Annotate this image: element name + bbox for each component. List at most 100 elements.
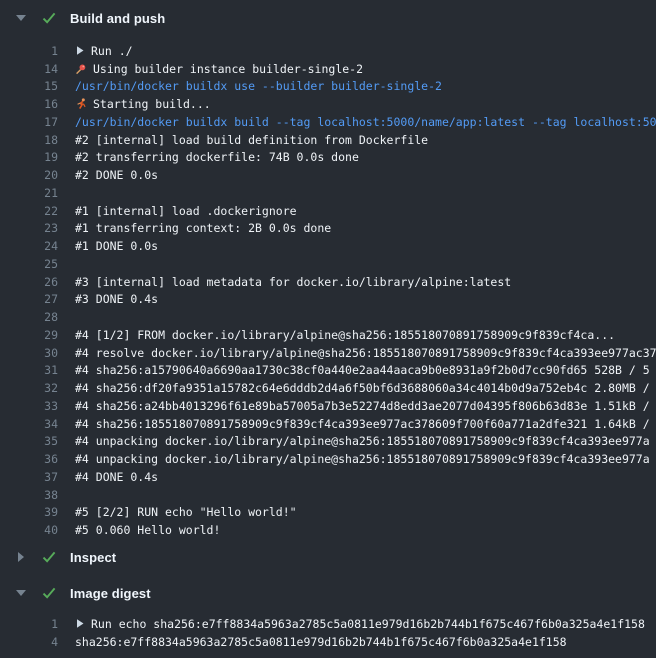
log-line-content: Run echo sha256:e7ff8834a5963a2785c5a081… xyxy=(58,617,656,631)
log-line-text: #4 DONE 0.4s xyxy=(75,470,158,484)
log-line-text: #3 DONE 0.4s xyxy=(75,292,158,306)
check-icon xyxy=(42,587,58,599)
log-line-text: #2 [internal] load build definition from… xyxy=(75,133,428,147)
line-number[interactable]: 21 xyxy=(0,186,58,200)
log-line: 14Using builder instance builder-single-… xyxy=(0,60,656,78)
log-line-text: #1 transferring context: 2B 0.0s done xyxy=(75,221,331,235)
log-line-text: #4 resolve docker.io/library/alpine@sha2… xyxy=(75,346,656,360)
log-line-content: #2 [internal] load build definition from… xyxy=(58,133,656,147)
line-number[interactable]: 4 xyxy=(0,635,58,649)
log-line: 24#1 DONE 0.0s xyxy=(0,237,656,255)
line-number[interactable]: 29 xyxy=(0,328,58,342)
log-line-content: Using builder instance builder-single-2 xyxy=(58,62,656,76)
log-line: 1 Run ./ xyxy=(0,42,656,60)
line-number[interactable]: 18 xyxy=(0,133,58,147)
log-line: 31#4 sha256:a15790640a6690aa1730c38cf0a4… xyxy=(0,362,656,380)
log-line: 39 #5 [2/2] RUN echo "Hello world!" xyxy=(0,504,656,522)
log-line: 22 #1 [internal] load .dockerignore xyxy=(0,202,656,220)
log-line: 19 #2 transferring dockerfile: 74B 0.0s d… xyxy=(0,149,656,167)
log-line: 20#2 DONE 0.0s xyxy=(0,166,656,184)
line-number[interactable]: 35 xyxy=(0,434,58,448)
section-header-build-and-push[interactable]: Build and push xyxy=(0,0,656,36)
play-icon[interactable] xyxy=(75,618,85,629)
log-line: 35 #4 unpacking docker.io/library/alpine@… xyxy=(0,433,656,451)
line-number[interactable]: 36 xyxy=(0,452,58,466)
line-number[interactable]: 15 xyxy=(0,79,58,93)
section-header-image-digest[interactable]: Image digest xyxy=(0,575,656,611)
log-line: 40 #5 0.060 Hello world! xyxy=(0,521,656,539)
log-line: 34 #4 sha256:185518070891758909c9f839cf4c… xyxy=(0,415,656,433)
log-line-text: /usr/bin/docker buildx build --tag local… xyxy=(75,115,656,129)
line-number[interactable]: 39 xyxy=(0,505,58,519)
line-number[interactable]: 1 xyxy=(0,617,58,631)
log-line: 18 #2 [internal] load build definition fr… xyxy=(0,131,656,149)
runner-icon xyxy=(75,98,87,110)
log-line-content: #4 sha256:185518070891758909c9f839cf4ca3… xyxy=(58,417,656,431)
log-line: 1 Run echo sha256:e7ff8834a5963a2785c5a08… xyxy=(0,615,656,633)
log-line-text: /usr/bin/docker buildx use --builder bui… xyxy=(75,79,442,93)
line-number[interactable]: 26 xyxy=(0,275,58,289)
line-number[interactable]: 27 xyxy=(0,292,58,306)
log-line: 32#4 sha256:df20fa9351a15782c64e6dddb2d4… xyxy=(0,379,656,397)
chevron-right-icon[interactable] xyxy=(15,552,27,562)
log-line-text: #5 0.060 Hello world! xyxy=(75,523,220,537)
log-line-content: #3 [internal] load metadata for docker.i… xyxy=(58,275,656,289)
log-line-text: #4 sha256:a24bb4013296f61e89ba57005a7b3e… xyxy=(75,399,656,413)
log-line-content: #4 resolve docker.io/library/alpine@sha2… xyxy=(58,346,656,360)
log-line: 28 xyxy=(0,308,656,326)
section-title: Inspect xyxy=(70,550,116,565)
line-number[interactable]: 38 xyxy=(0,488,58,502)
line-number[interactable]: 33 xyxy=(0,399,58,413)
log-line-text: #4 sha256:185518070891758909c9f839cf4ca3… xyxy=(75,417,656,431)
log-line-text: Run ./ xyxy=(91,44,133,58)
line-number[interactable]: 24 xyxy=(0,239,58,253)
line-number[interactable]: 22 xyxy=(0,204,58,218)
log-line-text: #4 [1/2] FROM docker.io/library/alpine@s… xyxy=(75,328,615,342)
line-number[interactable]: 30 xyxy=(0,346,58,360)
line-number[interactable]: 14 xyxy=(0,62,58,76)
line-number[interactable]: 23 xyxy=(0,221,58,235)
log-block-image-digest: 1 Run echo sha256:e7ff8834a5963a2785c5a08… xyxy=(0,615,656,651)
log-line-content: #5 [2/2] RUN echo "Hello world!" xyxy=(58,505,656,519)
log-line-content: #2 transferring dockerfile: 74B 0.0s don… xyxy=(58,150,656,164)
log-line-text: sha256:e7ff8834a5963a2785c5a0811e979d16b… xyxy=(75,635,567,649)
line-number[interactable]: 17 xyxy=(0,115,58,129)
line-number[interactable]: 32 xyxy=(0,381,58,395)
section-title: Image digest xyxy=(70,586,151,601)
play-icon[interactable] xyxy=(75,45,85,56)
chevron-down-icon[interactable] xyxy=(15,15,27,21)
log-line-text: Starting build... xyxy=(93,97,211,111)
log-line-content: #3 DONE 0.4s xyxy=(58,292,656,306)
chevron-down-icon[interactable] xyxy=(15,590,27,596)
log-line: 4 sha256:e7ff8834a5963a2785c5a0811e979d16… xyxy=(0,633,656,651)
log-line-text: #5 [2/2] RUN echo "Hello world!" xyxy=(75,505,297,519)
log-line: 16 Starting build... xyxy=(0,95,656,113)
line-number[interactable]: 40 xyxy=(0,523,58,537)
log-line: 27 #3 DONE 0.4s xyxy=(0,291,656,309)
line-number[interactable]: 28 xyxy=(0,310,58,324)
log-line-content: #1 [internal] load .dockerignore xyxy=(58,204,656,218)
log-line-text: #2 transferring dockerfile: 74B 0.0s don… xyxy=(75,150,359,164)
log-line-text: #1 [internal] load .dockerignore xyxy=(75,204,297,218)
log-line-text: #4 unpacking docker.io/library/alpine@sh… xyxy=(75,452,650,466)
line-number[interactable]: 16 xyxy=(0,97,58,111)
log-line-text: #4 unpacking docker.io/library/alpine@sh… xyxy=(75,434,650,448)
log-line-content: #4 sha256:a24bb4013296f61e89ba57005a7b3e… xyxy=(58,399,656,413)
line-number[interactable]: 25 xyxy=(0,257,58,271)
log-line: 23 #1 transferring context: 2B 0.0s done xyxy=(0,220,656,238)
log-line: 15/usr/bin/docker buildx use --builder b… xyxy=(0,78,656,96)
log-line-content: Run ./ xyxy=(58,44,656,58)
line-number[interactable]: 31 xyxy=(0,363,58,377)
line-number[interactable]: 19 xyxy=(0,150,58,164)
line-number[interactable]: 1 xyxy=(0,44,58,58)
log-line-content: sha256:e7ff8834a5963a2785c5a0811e979d16b… xyxy=(58,635,656,649)
line-number[interactable]: 20 xyxy=(0,168,58,182)
log-line-text: Run echo sha256:e7ff8834a5963a2785c5a081… xyxy=(91,617,645,631)
section-header-inspect[interactable]: Inspect xyxy=(0,539,656,575)
log-line-content: /usr/bin/docker buildx build --tag local… xyxy=(58,115,656,129)
line-number[interactable]: 37 xyxy=(0,470,58,484)
log-line-content: #4 DONE 0.4s xyxy=(58,470,656,484)
log-line-content: Starting build... xyxy=(58,97,656,111)
log-line: 33 #4 sha256:a24bb4013296f61e89ba57005a7b… xyxy=(0,397,656,415)
line-number[interactable]: 34 xyxy=(0,417,58,431)
